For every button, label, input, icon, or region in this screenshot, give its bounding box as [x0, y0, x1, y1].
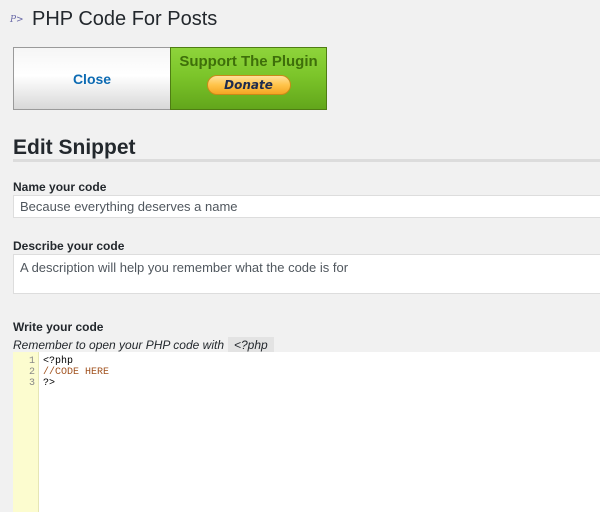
button-row: Close Support The Plugin Donate — [13, 47, 327, 110]
name-input[interactable] — [13, 195, 600, 218]
section-title: Edit Snippet — [13, 136, 136, 159]
code-line: ?> — [43, 378, 56, 389]
code-editor[interactable]: 1 2 3 <?php //CODE HERE ?> — [13, 352, 600, 512]
donate-button[interactable]: Donate — [206, 75, 291, 95]
line-number: 1 — [28, 356, 35, 367]
describe-label: Describe your code — [13, 239, 125, 253]
line-number: 3 — [28, 378, 35, 389]
code-label: Write your code — [13, 320, 104, 334]
support-plugin-panel: Support The Plugin Donate — [170, 47, 327, 110]
code-line-comment: //CODE HERE — [43, 367, 110, 378]
code-content[interactable]: <?php //CODE HERE ?> — [39, 352, 109, 512]
close-button[interactable]: Close — [13, 47, 170, 110]
section-divider — [13, 159, 600, 162]
code-hint: Remember to open your PHP code with <?ph… — [13, 337, 274, 353]
support-plugin-label: Support The Plugin — [179, 53, 318, 70]
code-hint-text: Remember to open your PHP code with — [13, 338, 224, 352]
description-textarea[interactable] — [13, 254, 600, 294]
php-code-icon: P> — [10, 15, 24, 25]
line-number: 2 — [28, 367, 35, 378]
page-title: PHP Code For Posts — [32, 7, 218, 30]
line-number-gutter: 1 2 3 — [13, 352, 39, 512]
php-open-tag: <?php — [228, 337, 274, 353]
code-line: <?php — [43, 356, 74, 367]
name-label: Name your code — [13, 180, 107, 194]
page-header: P> PHP Code For Posts — [10, 6, 217, 32]
